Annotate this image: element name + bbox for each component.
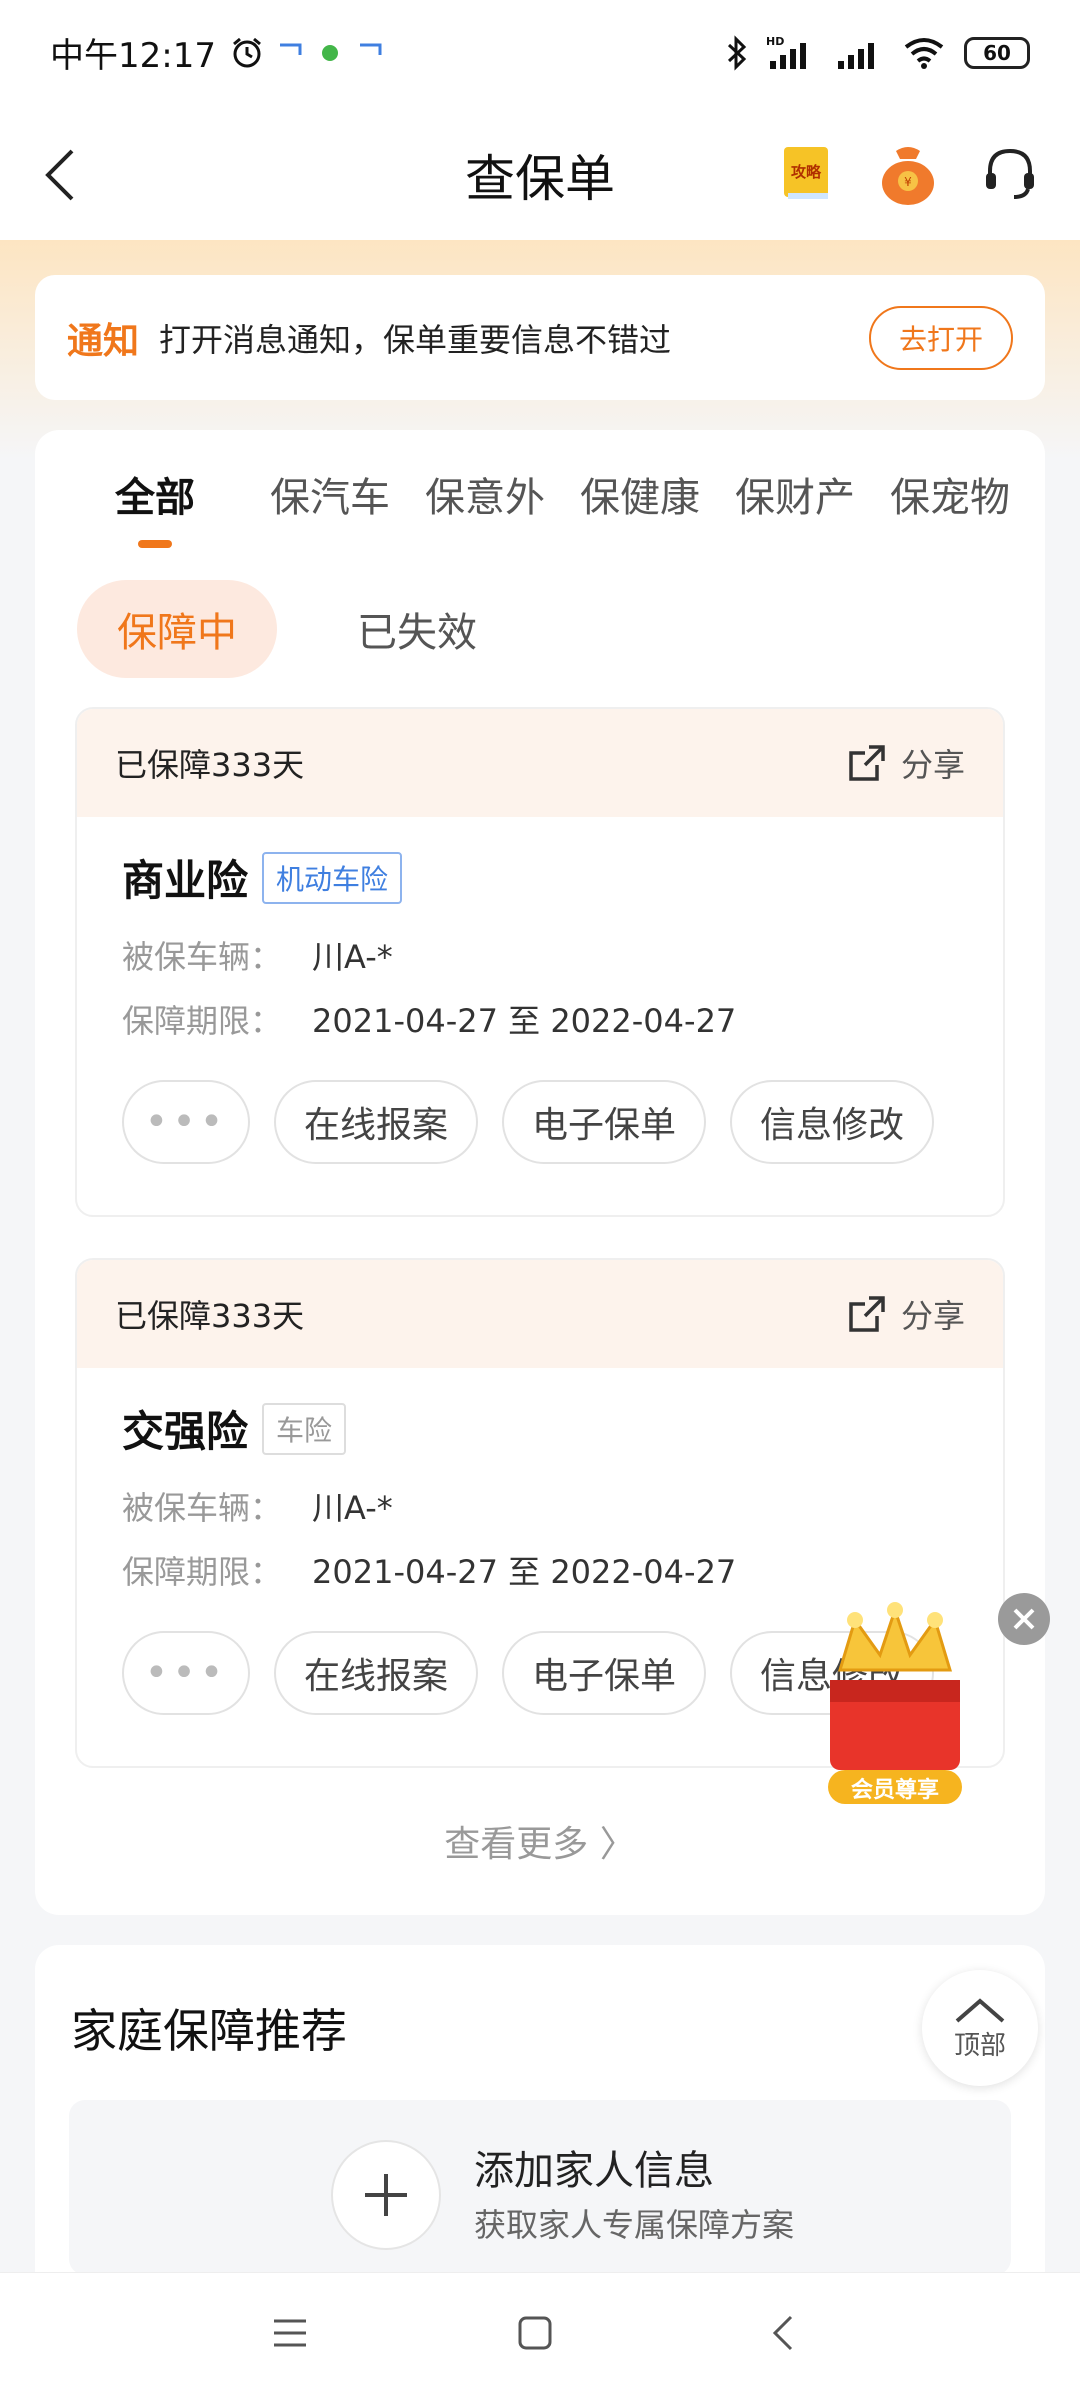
policy-name: 商业险 (122, 856, 249, 905)
wifi-icon (902, 35, 946, 71)
home-icon[interactable] (515, 2313, 563, 2361)
share-icon (849, 745, 885, 781)
add-family-entry[interactable]: 添加家人信息 获取家人专属保障方案 (69, 2100, 1011, 2275)
share-button[interactable]: 分享 (847, 1291, 965, 1337)
notice-tag: 通知 (67, 320, 140, 362)
vehicle-label: 被保车辆： (122, 938, 283, 976)
tab-accident[interactable]: 保意外 (425, 465, 580, 523)
more-actions-button[interactable]: ••• (122, 1080, 250, 1164)
more-actions-button[interactable]: ••• (122, 1631, 250, 1715)
signal-icon (836, 35, 884, 71)
vehicle-label: 被保车辆： (122, 1489, 283, 1527)
nav-back-icon[interactable] (765, 2313, 813, 2361)
status-bar: 中午12:17 HD 60 (0, 0, 1080, 105)
vip-badge-label: 会员尊享 (850, 1778, 939, 1803)
online-claim-button[interactable]: 在线报案 (274, 1080, 479, 1164)
status-tabs: 保障中 已失效 (77, 580, 517, 678)
add-family-subtitle: 获取家人专属保障方案 (474, 2206, 795, 2244)
family-recommend-card: 家庭保障推荐 添加家人信息 获取家人专属保障方案 (35, 1945, 1045, 2275)
coverage-days: 已保障333天 (115, 746, 305, 784)
share-button[interactable]: 分享 (847, 740, 965, 786)
add-icon (331, 2140, 441, 2250)
guide-book-icon[interactable]: 攻略 (780, 143, 844, 207)
online-claim-button[interactable]: 在线报案 (274, 1631, 479, 1715)
guide-icon-text: 攻略 (791, 163, 822, 181)
notification-banner: 通知 打开消息通知，保单重要信息不错过 去打开 (35, 275, 1045, 400)
open-notification-button[interactable]: 去打开 (868, 305, 1013, 370)
status-time: 中午12:17 (50, 36, 216, 76)
tab-expired-policies[interactable]: 已失效 (317, 580, 517, 678)
customer-service-icon[interactable] (980, 143, 1044, 207)
e-policy-button[interactable]: 电子保单 (502, 1631, 707, 1715)
menu-icon[interactable] (270, 2313, 318, 2361)
policy-type-tag: 机动车险 (262, 851, 403, 904)
policy-header: 已保障333天 分享 (77, 709, 1003, 817)
policy-header: 已保障333天 分享 (77, 1260, 1003, 1368)
see-more-link[interactable]: 查看更多 〉 (35, 1815, 1045, 1867)
share-label: 分享 (900, 1297, 965, 1335)
share-icon (849, 1296, 885, 1332)
system-nav-bar (0, 2272, 1080, 2400)
close-icon (1013, 1608, 1035, 1630)
add-family-title: 添加家人信息 (474, 2148, 714, 2194)
alarm-icon (230, 36, 264, 70)
tab-car[interactable]: 保汽车 (270, 465, 425, 523)
coverage-days: 已保障333天 (115, 1297, 305, 1335)
tab-pet[interactable]: 保宠物 (890, 465, 1045, 523)
chevron-up-icon (955, 1997, 1005, 2023)
tab-all[interactable]: 全部 (115, 465, 270, 523)
category-tabs: 全部 保汽车 保意外 保健康 保财产 保宠物 (115, 465, 1045, 523)
app-notification-icon (318, 41, 344, 65)
notification-icon (278, 41, 304, 65)
back-to-top-button[interactable]: 顶部 (922, 1970, 1038, 2086)
policy-type-tag: 车险 (262, 1402, 347, 1455)
tab-active-policies[interactable]: 保障中 (77, 580, 277, 678)
signal-hd-icon: HD (766, 35, 818, 71)
tab-property[interactable]: 保财产 (735, 465, 890, 523)
active-tab-indicator (138, 540, 172, 548)
vip-promo-badge[interactable]: 会员尊享 (810, 1600, 980, 1815)
bluetooth-icon (726, 34, 748, 71)
notice-text: 打开消息通知，保单重要信息不错过 (159, 320, 672, 359)
policy-name: 交强险 (122, 1407, 249, 1456)
tab-health[interactable]: 保健康 (580, 465, 735, 523)
battery-icon: 60 (964, 36, 1030, 69)
svg-text:HD: HD (766, 35, 784, 48)
edit-info-button[interactable]: 信息修改 (730, 1080, 935, 1164)
e-policy-button[interactable]: 电子保单 (502, 1080, 707, 1164)
period-value: 2021-04-27 至 2022-04-27 (312, 1553, 737, 1591)
vehicle-value: 川A-* (312, 938, 393, 976)
period-value: 2021-04-27 至 2022-04-27 (312, 1002, 737, 1040)
notification-icon-2 (358, 41, 384, 65)
close-promo-button[interactable] (998, 1593, 1050, 1645)
header: 查保单 攻略 ¥ (0, 105, 1080, 240)
period-label: 保障期限： (122, 1553, 283, 1591)
svg-text:¥: ¥ (904, 175, 912, 189)
money-bag-icon[interactable]: ¥ (878, 143, 942, 207)
vehicle-value: 川A-* (312, 1489, 393, 1527)
policy-card[interactable]: 已保障333天 分享 商业险 机动车险 被保车辆： 川A-* 保障期限： 202… (75, 707, 1005, 1217)
period-label: 保障期限： (122, 1002, 283, 1040)
back-to-top-label: 顶部 (953, 2030, 1006, 2061)
share-label: 分享 (900, 746, 965, 784)
family-section-title: 家庭保障推荐 (71, 2004, 347, 2058)
